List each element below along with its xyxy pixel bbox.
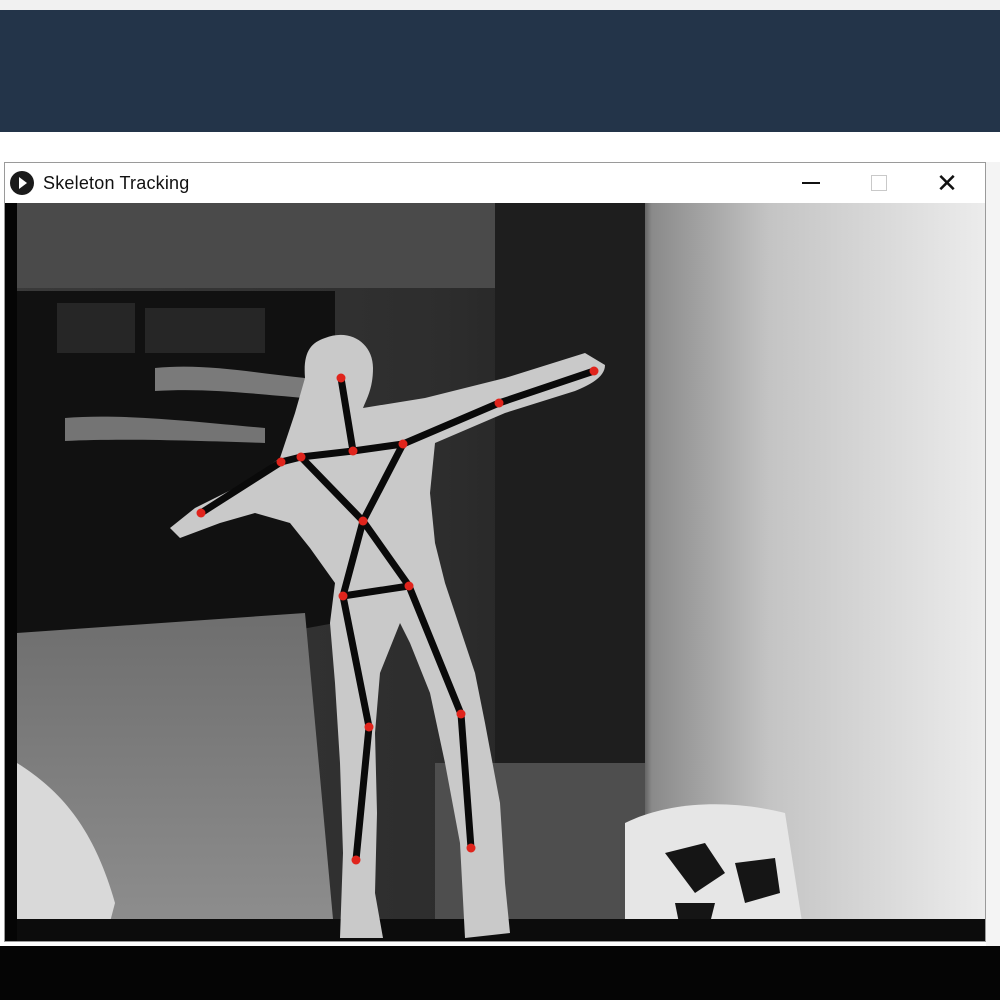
depth-camera-view xyxy=(5,203,985,941)
minimize-button[interactable] xyxy=(777,163,845,203)
joint-shoulder-left xyxy=(296,452,306,462)
page-right-edge xyxy=(986,162,1000,946)
page-header-band xyxy=(0,10,1000,132)
joint-knee-right xyxy=(456,709,466,719)
page-gap xyxy=(0,132,1000,162)
shelf-box xyxy=(57,303,135,353)
joint-foot-left xyxy=(351,855,361,865)
joint-shoulder-right xyxy=(398,439,408,449)
browser-top-strip xyxy=(0,0,1000,10)
joint-hand-right xyxy=(589,366,599,376)
window-title: Skeleton Tracking xyxy=(43,172,190,193)
page-bottom-bar xyxy=(0,946,1000,1000)
joint-knee-left xyxy=(364,722,374,732)
depth-image xyxy=(5,203,985,941)
close-icon: ✕ xyxy=(936,168,958,198)
maximize-icon xyxy=(871,175,887,191)
depth-left-border xyxy=(5,203,17,941)
joint-neck xyxy=(348,446,358,456)
close-button[interactable]: ✕ xyxy=(913,163,981,203)
maximize-button[interactable] xyxy=(845,163,913,203)
skeleton-tracking-window: Skeleton Tracking ✕ xyxy=(4,162,986,942)
window-titlebar[interactable]: Skeleton Tracking ✕ xyxy=(5,163,985,203)
joint-foot-right xyxy=(466,843,476,853)
processing-play-icon xyxy=(10,171,34,195)
minimize-icon xyxy=(802,182,820,184)
joint-elbow-right xyxy=(494,398,504,408)
joint-hip-left xyxy=(338,591,348,601)
joint-hip-right xyxy=(404,581,414,591)
joint-hand-left xyxy=(196,508,206,518)
joint-elbow-left xyxy=(276,457,286,467)
shelf-box xyxy=(145,308,265,353)
joint-head xyxy=(336,373,346,383)
joint-torso xyxy=(358,516,368,526)
